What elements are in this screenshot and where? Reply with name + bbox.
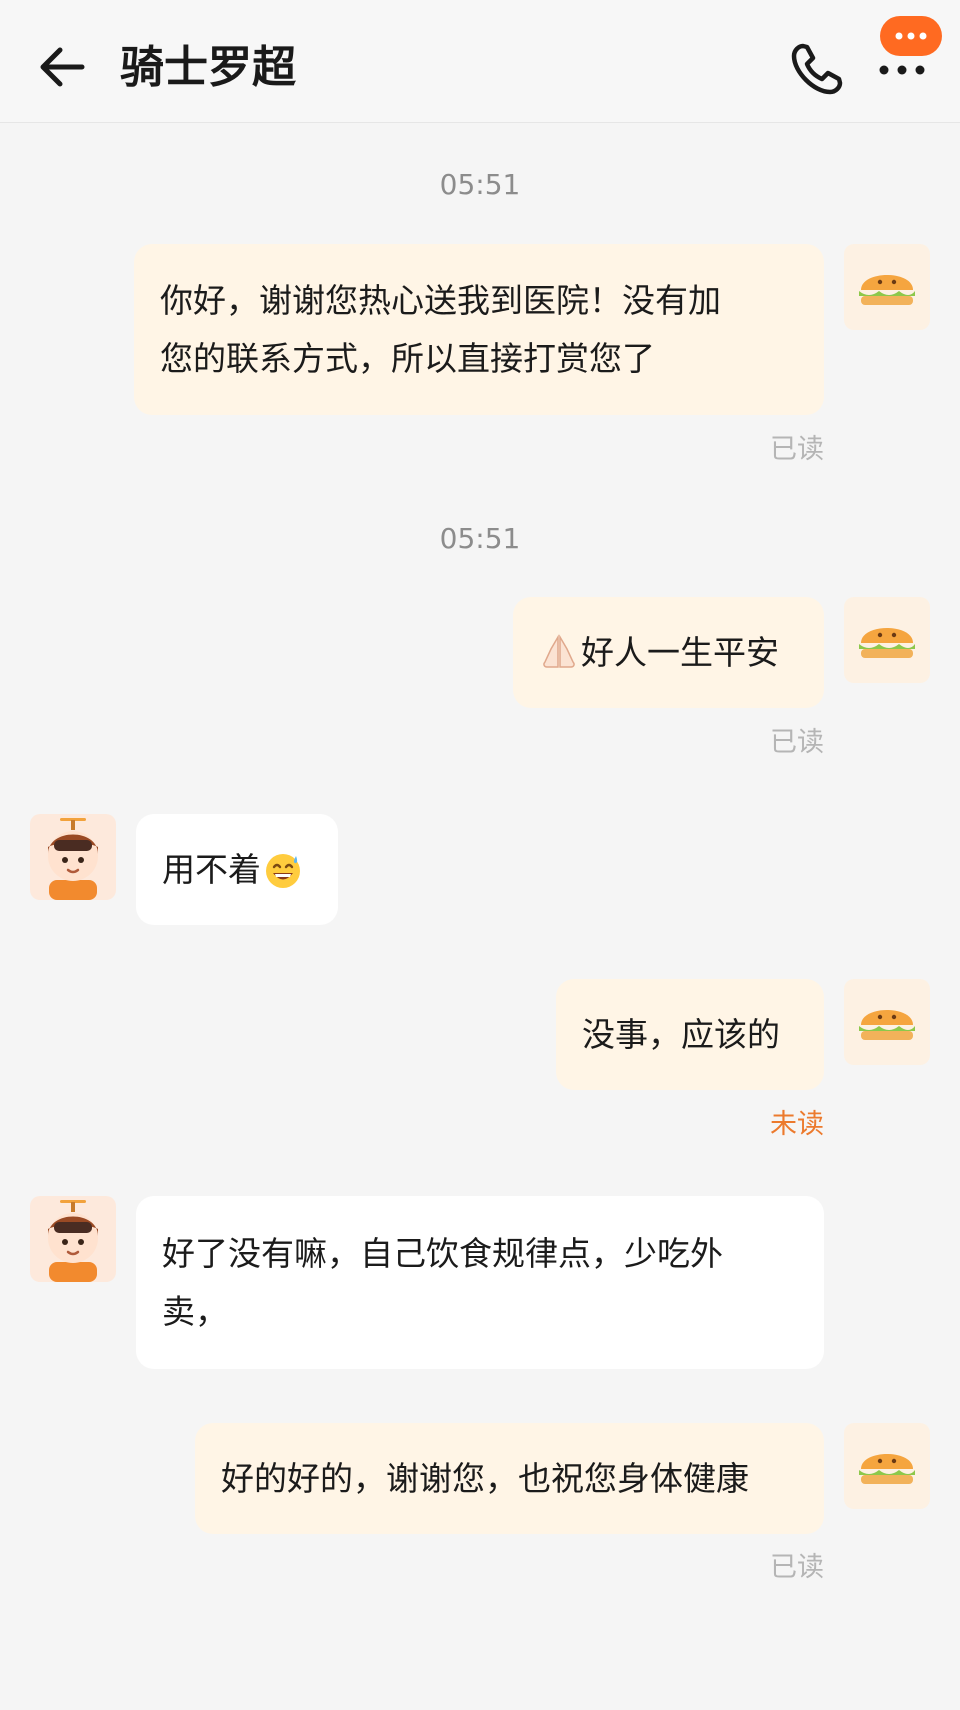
message-text: 好人一生平安 [581,632,779,672]
message-text: 你好，谢谢您热心送我到医院！没有加 您的联系方式，所以直接打赏您了 [160,280,721,378]
burger-avatar-icon [859,1454,915,1484]
my-avatar[interactable] [844,979,930,1065]
chat-header: 骑士罗超 [0,0,960,123]
rider-avatar-icon [48,818,98,900]
read-status: 已读 [770,1552,824,1583]
my-message-bubble[interactable]: 你好，谢谢您热心送我到医院！没有加 您的联系方式，所以直接打赏您了 [134,244,824,415]
message-timestamp: 05:51 [439,168,521,201]
my-avatar[interactable] [844,244,930,330]
phone-icon [791,43,843,95]
chat-bubble-dots-icon [895,32,927,40]
message-badge[interactable] [880,16,942,56]
call-button[interactable] [788,40,846,98]
read-status: 已读 [770,727,824,758]
burger-avatar-icon [859,275,915,305]
message-timestamp: 05:51 [439,522,521,555]
back-button[interactable] [38,44,88,90]
message-text: 用不着 [162,849,261,889]
message-text: 没事，应该的 [582,1014,780,1054]
rider-avatar[interactable] [30,1196,116,1282]
message-text: 好了没有嘛，自己饮食规律点，少吃外 卖， [162,1233,723,1331]
rider-avatar-icon [48,1200,98,1282]
pray-hands-icon [543,633,575,668]
grinning-sweat-icon [266,853,300,888]
more-button[interactable] [872,50,932,90]
arrow-left-icon [40,47,85,87]
my-avatar[interactable] [844,597,930,683]
read-status: 已读 [770,434,824,465]
my-message-bubble[interactable]: 好人一生平安 [513,597,824,708]
rider-avatar[interactable] [30,814,116,900]
my-avatar[interactable] [844,1423,930,1509]
message-text: 好的好的，谢谢您，也祝您身体健康 [221,1458,749,1498]
my-message-bubble[interactable]: 好的好的，谢谢您，也祝您身体健康 [195,1423,824,1534]
burger-avatar-icon [859,628,915,658]
unread-status: 未读 [770,1109,824,1140]
chat-title: 骑士罗超 [120,42,296,93]
burger-avatar-icon [859,1010,915,1040]
rider-message-bubble[interactable]: 好了没有嘛，自己饮食规律点，少吃外 卖， [136,1196,824,1369]
my-message-bubble[interactable]: 没事，应该的 [556,979,824,1090]
more-dots-icon [879,65,925,75]
rider-message-bubble[interactable]: 用不着 [136,814,338,925]
